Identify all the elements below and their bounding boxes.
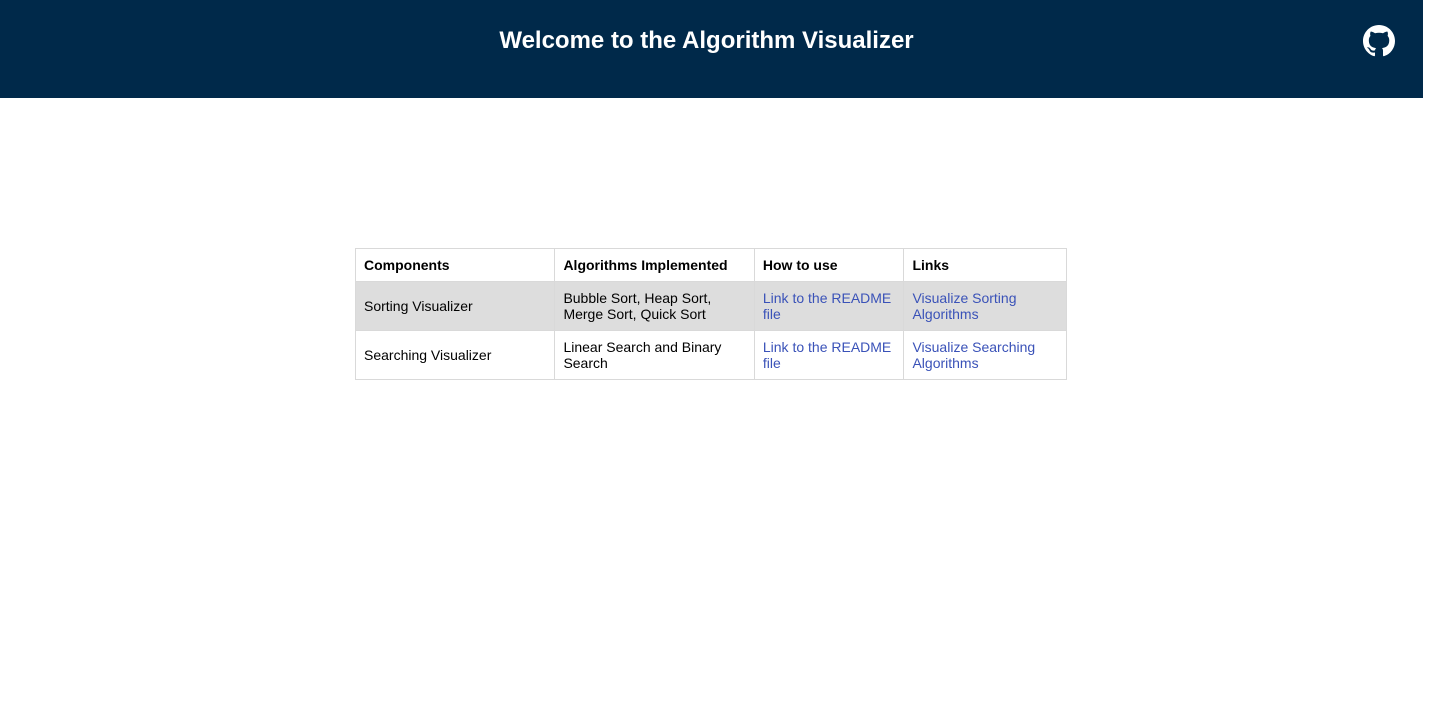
component-name: Searching Visualizer: [354, 330, 556, 380]
readme-link-sorting[interactable]: Link to the README file: [763, 290, 891, 322]
links-cell: Visualize Searching Algorithms: [903, 330, 1067, 380]
readme-link-searching[interactable]: Link to the README file: [763, 339, 891, 371]
column-header-components: Components: [354, 248, 556, 282]
algorithms-list: Linear Search and Binary Search: [554, 330, 755, 380]
header-bar: Welcome to the Algorithm Visualizer: [0, 0, 1423, 98]
column-header-algorithms: Algorithms Implemented: [554, 248, 755, 282]
algorithms-list: Bubble Sort, Heap Sort, Merge Sort, Quic…: [554, 281, 755, 331]
component-name: Sorting Visualizer: [354, 281, 556, 331]
visualize-sorting-link[interactable]: Visualize Sorting Algorithms: [912, 290, 1016, 322]
page-title: Welcome to the Algorithm Visualizer: [499, 27, 914, 54]
github-link[interactable]: [1363, 25, 1395, 57]
github-icon: [1363, 25, 1395, 57]
components-table: Components Algorithms Implemented How to…: [354, 248, 1067, 380]
table-row-sorting: Sorting Visualizer Bubble Sort, Heap Sor…: [354, 281, 1067, 331]
table-row-searching: Searching Visualizer Linear Search and B…: [354, 330, 1067, 380]
visualize-searching-link[interactable]: Visualize Searching Algorithms: [912, 339, 1035, 371]
column-header-links: Links: [903, 248, 1067, 282]
how-to-use-cell: Link to the README file: [753, 330, 905, 380]
how-to-use-cell: Link to the README file: [753, 281, 905, 331]
links-cell: Visualize Sorting Algorithms: [903, 281, 1067, 331]
column-header-how-to-use: How to use: [753, 248, 905, 282]
table-header-row: Components Algorithms Implemented How to…: [354, 248, 1067, 282]
